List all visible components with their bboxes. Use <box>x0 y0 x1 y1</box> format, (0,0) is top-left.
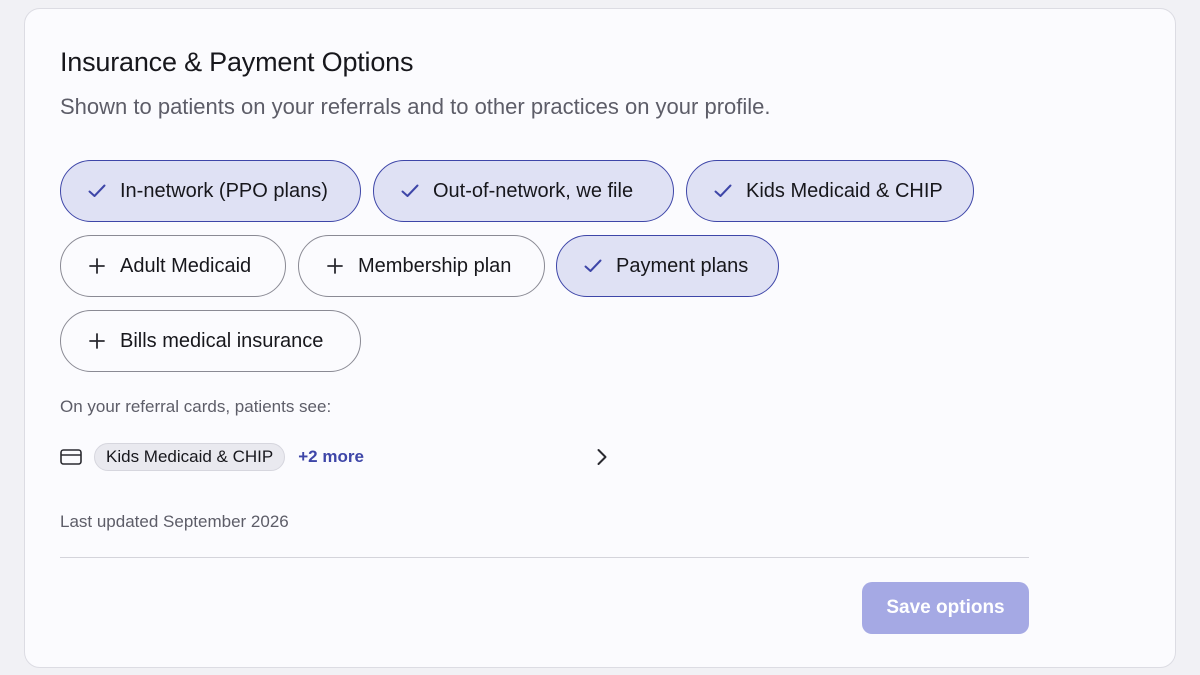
section-subtitle: Shown to patients on your referrals and … <box>60 94 771 119</box>
plus-icon <box>87 331 107 351</box>
check-icon <box>583 256 603 276</box>
option-chip-payment-plans[interactable]: Payment plans <box>556 235 779 297</box>
referral-preview-label: On your referral cards, patients see: <box>60 397 332 416</box>
option-label: Out-of-network, we file <box>433 179 634 202</box>
chevron-right-icon[interactable] <box>591 446 613 468</box>
last-updated-text: Last updated September 2026 <box>60 512 289 531</box>
option-chip-adult-medicaid[interactable]: Adult Medicaid <box>60 235 286 297</box>
option-label: Adult Medicaid <box>120 254 252 277</box>
divider <box>60 557 1029 558</box>
more-link[interactable]: +2 more <box>298 447 364 467</box>
check-icon <box>400 181 420 201</box>
option-label: In-network (PPO plans) <box>120 179 328 202</box>
option-label: Kids Medicaid & CHIP <box>746 179 943 202</box>
save-options-button[interactable]: Save options <box>862 582 1029 634</box>
option-chip-kids-medicaid[interactable]: Kids Medicaid & CHIP <box>686 160 974 222</box>
check-icon <box>713 181 733 201</box>
option-label: Payment plans <box>616 254 749 277</box>
plus-icon <box>325 256 345 276</box>
preview-chip: Kids Medicaid & CHIP <box>94 443 286 471</box>
option-chip-out-of-network[interactable]: Out-of-network, we file <box>373 160 674 222</box>
check-icon <box>87 181 107 201</box>
referral-preview-row[interactable]: Kids Medicaid & CHIP +2 more <box>60 441 610 473</box>
option-chip-in-network[interactable]: In-network (PPO plans) <box>60 160 361 222</box>
option-chip-membership-plan[interactable]: Membership plan <box>298 235 545 297</box>
option-label: Bills medical insurance <box>120 329 324 352</box>
option-chip-bills-medical-insurance[interactable]: Bills medical insurance <box>60 310 361 372</box>
section-title: Insurance & Payment Options <box>60 47 414 77</box>
plus-icon <box>87 256 107 276</box>
insurance-payment-card: Insurance & Payment Options Shown to pat… <box>24 8 1176 668</box>
credit-card-icon <box>60 448 82 466</box>
option-label: Membership plan <box>358 254 512 277</box>
